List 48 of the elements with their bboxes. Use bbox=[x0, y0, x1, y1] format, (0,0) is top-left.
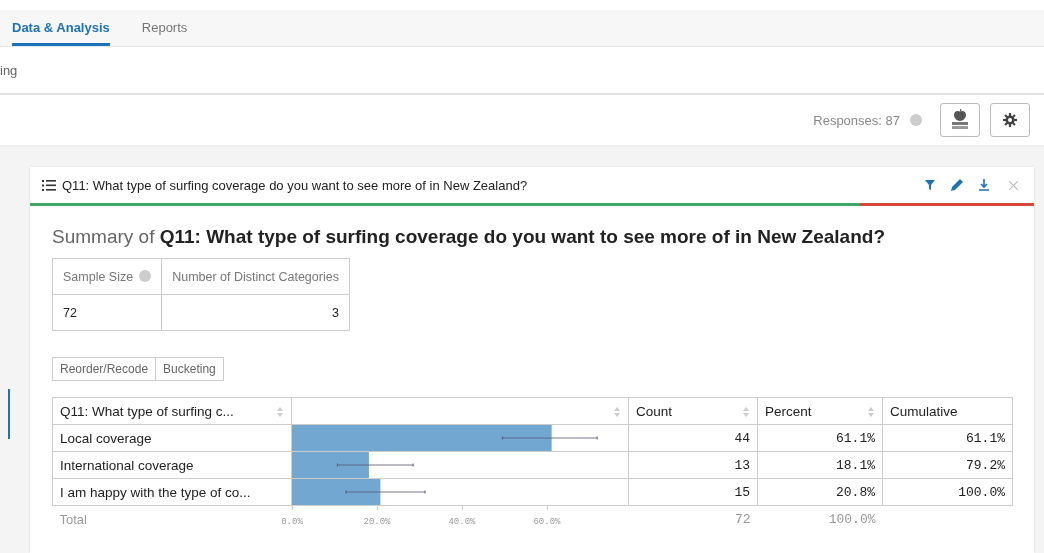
x-tick-label: 60.0% bbox=[532, 517, 561, 527]
info-icon bbox=[910, 114, 922, 126]
table-cell: Local coverage bbox=[52, 424, 292, 452]
axis-tick: 20.0% bbox=[363, 505, 390, 527]
action-button[interactable]: Reorder/Recode bbox=[52, 357, 157, 381]
column-header[interactable]: Count bbox=[628, 397, 758, 425]
summary-heading: Summary of Q11: What type of surfing coverage do you want to see more of in New Zealand? bbox=[52, 226, 886, 248]
x-tick-label: 20.0% bbox=[362, 517, 391, 527]
table-cell: 15 bbox=[628, 478, 758, 506]
column-header: Cumulative bbox=[882, 397, 1013, 425]
settings-icon bbox=[1002, 112, 1018, 128]
tab[interactable]: Reports bbox=[141, 10, 188, 46]
total-percent: 100.0% bbox=[757, 505, 883, 533]
column-header[interactable]: Q11: What type of surfing c... bbox=[52, 397, 292, 425]
table-cell: 61.1% bbox=[882, 424, 1013, 452]
list-icon bbox=[42, 179, 56, 191]
breadcrumb-text: ing bbox=[0, 62, 18, 78]
x-tick-label: 0.0% bbox=[280, 517, 303, 527]
pencil-icon[interactable] bbox=[951, 179, 963, 191]
apple-books-icon bbox=[949, 108, 971, 132]
settings-button[interactable] bbox=[990, 103, 1030, 137]
table-cell: I am happy with the type of co... bbox=[52, 478, 292, 506]
apple-books-button[interactable] bbox=[940, 103, 980, 137]
filter-icon[interactable] bbox=[925, 180, 935, 190]
axis-tick: 60.0% bbox=[532, 505, 560, 527]
column-header[interactable]: Percent bbox=[757, 397, 883, 425]
action-button[interactable]: Bucketing bbox=[155, 357, 224, 381]
responses-count: Responses: 87 bbox=[813, 112, 900, 128]
table-cell: 18.1% bbox=[757, 451, 883, 479]
table-cell: 61.1% bbox=[757, 424, 883, 452]
table-cell: 20.8% bbox=[757, 478, 883, 506]
sidebar-indicator bbox=[8, 389, 10, 439]
axis-tick: 0.0% bbox=[280, 505, 303, 527]
stat-header: Sample Size bbox=[52, 258, 162, 295]
tab[interactable]: Data & Analysis bbox=[12, 10, 110, 46]
total-count: 72 bbox=[628, 505, 758, 533]
stat-header: Number of Distinct Categories bbox=[161, 258, 350, 295]
stat-value: 3 bbox=[161, 294, 350, 331]
stat-value: 72 bbox=[52, 294, 162, 331]
x-tick-label: 40.0% bbox=[447, 517, 476, 527]
table-cell: 79.2% bbox=[882, 451, 1013, 479]
table-cell: International coverage bbox=[52, 451, 292, 479]
card-title: Q11: What type of surfing coverage do you want to see more of in New Zealand? bbox=[62, 177, 529, 193]
axis-tick: 40.0% bbox=[448, 505, 475, 527]
table-cell: 44 bbox=[628, 424, 758, 452]
table-cell: 100.0% bbox=[882, 478, 1013, 506]
download-icon[interactable] bbox=[979, 179, 989, 191]
table-cell: 13 bbox=[628, 451, 758, 479]
